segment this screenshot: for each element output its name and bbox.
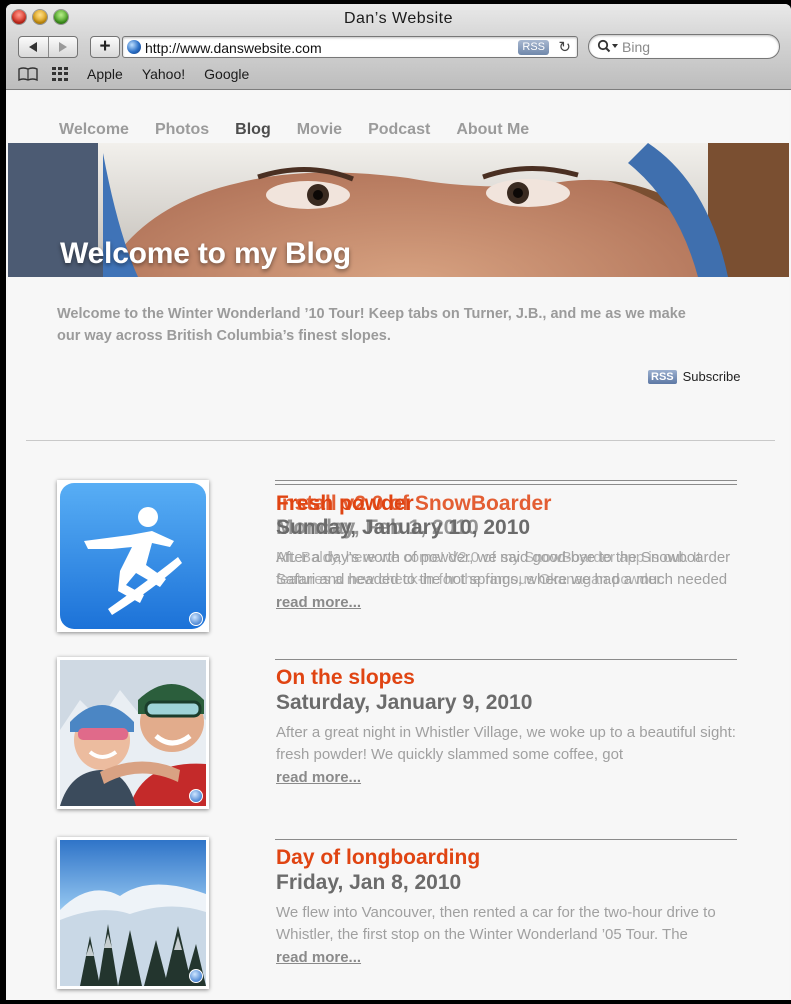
blog-post: Fresh powder Install v2.0 of SnowBoarder…	[57, 480, 747, 632]
post-excerpt-overlay: Mt. Baldy, here we come! V2.0 of my Snow…	[276, 549, 701, 588]
intro-text: Welcome to the Winter Wonderland ’10 Tou…	[57, 306, 686, 344]
nav-blog[interactable]: Blog	[235, 121, 271, 139]
bookmarks-bar: Apple Yahoo! Google	[18, 66, 268, 82]
snowboarder-icon	[84, 507, 182, 615]
read-more-link[interactable]: read more...	[276, 594, 361, 611]
browser-window: Dan’s Website + http://www.danswebsite.c…	[6, 4, 791, 1000]
nav-podcast[interactable]: Podcast	[368, 121, 430, 139]
reflection-icon	[189, 612, 203, 626]
bookmark-yahoo[interactable]: Yahoo!	[142, 66, 185, 82]
reflection-icon	[189, 969, 203, 983]
book-icon[interactable]	[18, 67, 38, 81]
forward-button[interactable]	[47, 37, 78, 57]
history-buttons	[18, 36, 78, 58]
back-button[interactable]	[19, 37, 48, 57]
post-date: Friday, Jan 8, 2010	[276, 871, 462, 894]
browser-toolbar: Dan’s Website + http://www.danswebsite.c…	[6, 4, 791, 90]
post-title-overlay[interactable]: Install v2.0 of SnowBoarder	[276, 492, 551, 516]
bookmark-google[interactable]: Google	[204, 66, 249, 82]
post-rule	[275, 839, 737, 840]
hero-banner: Welcome to my Blog	[8, 143, 789, 277]
post-excerpt: After a great night in Whistler Village,…	[276, 724, 736, 763]
post-rule	[275, 484, 737, 485]
post-thumbnail[interactable]	[57, 657, 209, 809]
post-rule	[275, 659, 737, 660]
hero-title: Welcome to my Blog	[60, 237, 351, 270]
post-excerpt: We flew into Vancouver, then rented a ca…	[276, 904, 716, 943]
post-date-overlay: Monday, Feb 1, 2010	[276, 516, 479, 539]
blog-post: Day of longboarding Friday, Jan 8, 2010 …	[57, 837, 747, 989]
nav-photos[interactable]: Photos	[155, 121, 209, 139]
window-title: Dan’s Website	[343, 10, 454, 27]
snowy-mountains-photo	[60, 884, 206, 986]
search-placeholder: Bing	[622, 39, 651, 55]
section-divider	[26, 440, 775, 441]
read-more-link[interactable]: read more...	[276, 769, 361, 786]
nav-about-me[interactable]: About Me	[456, 121, 529, 139]
web-page: Welcome Photos Blog Movie Podcast About …	[8, 91, 789, 1000]
subscribe-label: Subscribe	[682, 369, 741, 384]
couple-photo	[60, 660, 206, 806]
read-more-link[interactable]: read more...	[276, 949, 361, 966]
blog-post: On the slopes Saturday, January 9, 2010 …	[57, 657, 747, 809]
subscribe-link[interactable]: RSS Subscribe	[648, 369, 740, 384]
post-title[interactable]: On the slopes	[276, 666, 415, 690]
rss-icon: RSS	[648, 369, 677, 384]
search-field[interactable]: Bing	[588, 34, 780, 59]
post-thumbnail[interactable]	[57, 480, 209, 632]
site-navigation: Welcome Photos Blog Movie Podcast About …	[59, 121, 555, 139]
nav-welcome[interactable]: Welcome	[59, 121, 129, 139]
top-sites-grid-icon[interactable]	[52, 67, 70, 81]
back-arrow-icon	[29, 42, 38, 52]
rss-button[interactable]: RSS	[518, 40, 549, 55]
address-bar-url[interactable]: http://www.danswebsite.com	[145, 40, 322, 56]
globe-icon	[127, 40, 141, 54]
forward-arrow-icon	[58, 42, 67, 52]
post-title[interactable]: Day of longboarding	[276, 846, 480, 870]
address-bar[interactable]: http://www.danswebsite.com RSS ↻	[122, 36, 578, 58]
reload-icon[interactable]: ↻	[558, 38, 571, 56]
post-thumbnail[interactable]	[57, 837, 209, 989]
nav-movie[interactable]: Movie	[297, 121, 342, 139]
post-rule	[275, 480, 737, 481]
bookmark-apple[interactable]: Apple	[87, 66, 123, 82]
search-icon	[597, 39, 618, 53]
reflection-icon	[189, 789, 203, 803]
post-date: Saturday, January 9, 2010	[276, 691, 533, 714]
add-bookmark-button[interactable]: +	[90, 36, 120, 58]
